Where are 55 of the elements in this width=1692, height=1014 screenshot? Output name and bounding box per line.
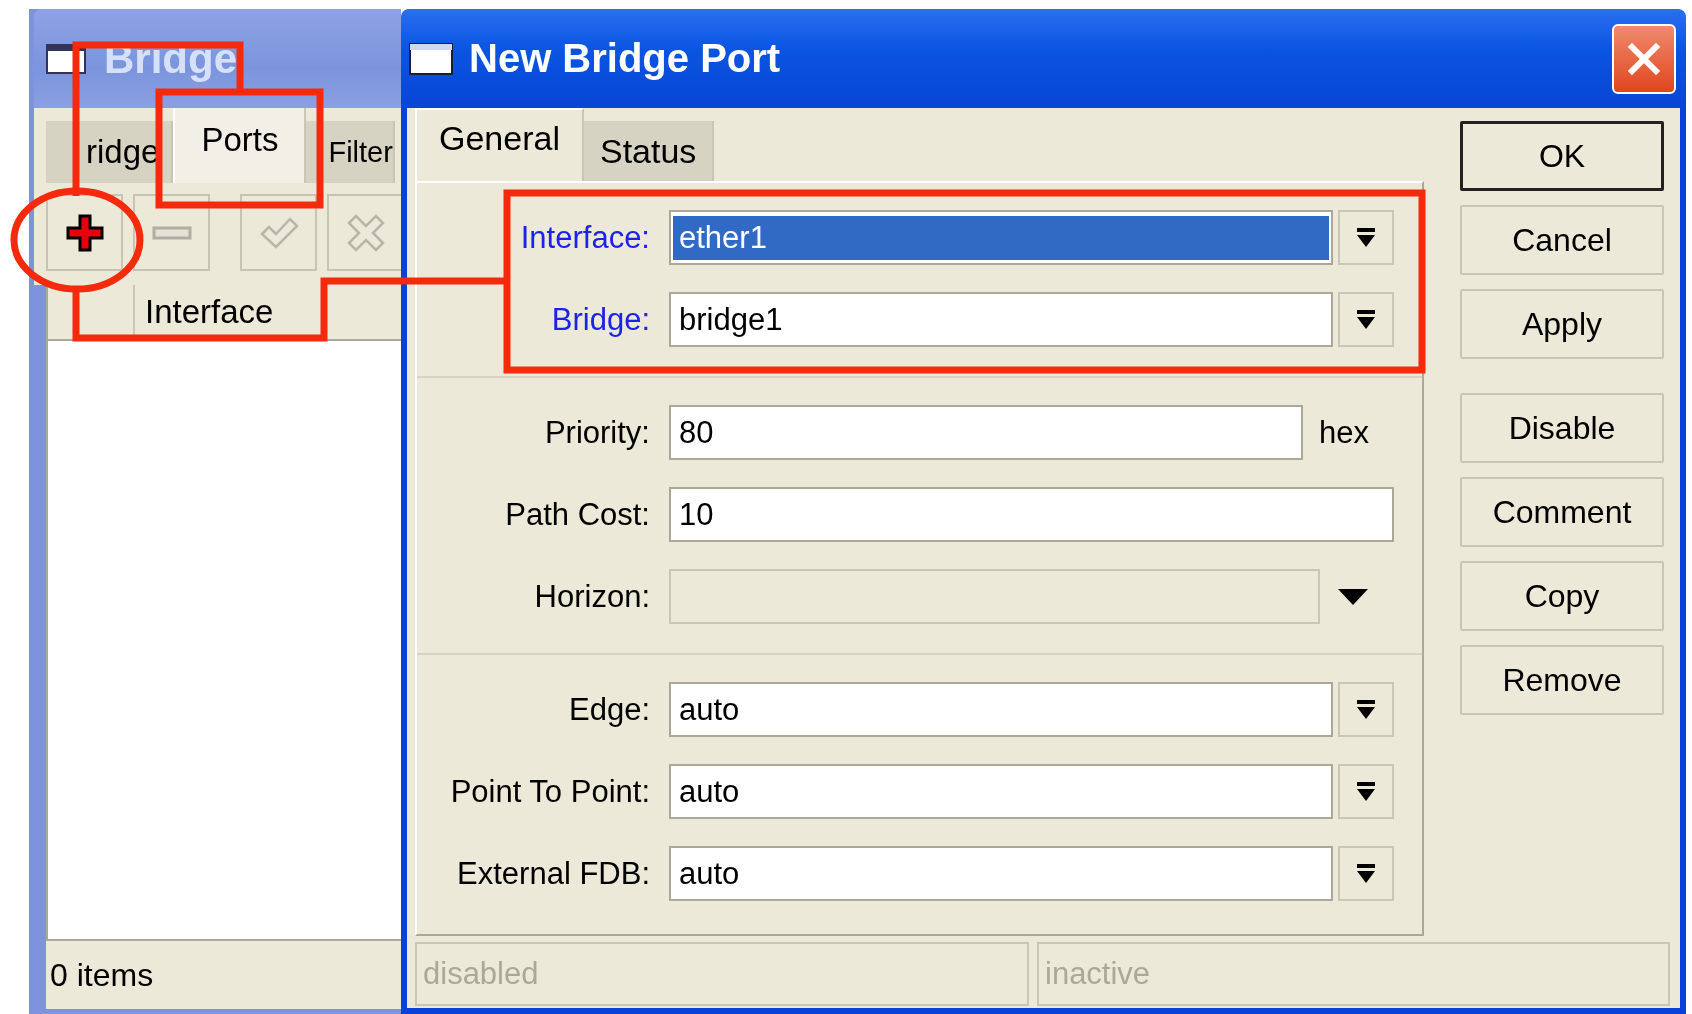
status-cell: disabled	[415, 942, 1029, 1006]
dropdown-field[interactable]: auto	[669, 846, 1333, 901]
tab[interactable]: Status	[583, 121, 715, 181]
tab[interactable]: General	[415, 108, 584, 181]
dropdown-field[interactable]: bridge1	[669, 292, 1333, 347]
field-label: External FDB:	[456, 855, 651, 892]
close-icon	[1626, 40, 1662, 77]
field-label[interactable]: Bridge:	[417, 301, 669, 338]
dropdown-arrow-icon	[1356, 308, 1376, 331]
window-title: New Bridge Port	[469, 36, 782, 81]
dialog-button[interactable]: Disable	[1460, 393, 1664, 463]
dropdown-button[interactable]	[1338, 292, 1394, 347]
field-value: auto	[678, 772, 741, 811]
x-mark-icon	[346, 213, 385, 252]
window-icon	[409, 42, 453, 75]
dialog-button[interactable]: Apply	[1460, 289, 1664, 359]
close-button[interactable]	[1612, 23, 1676, 94]
status-bar: 0 items	[46, 939, 401, 1009]
dropdown-button[interactable]	[1338, 210, 1394, 265]
add-button[interactable]	[46, 194, 123, 271]
tab[interactable]: Filter	[306, 121, 395, 183]
field-label: Path Cost:	[504, 496, 651, 533]
field-value: 10	[678, 495, 715, 534]
dialog-button[interactable]: Comment	[1460, 477, 1664, 547]
minus-icon	[151, 225, 192, 240]
dialog-button[interactable]: Remove	[1460, 645, 1664, 715]
tab[interactable]: Ports	[173, 108, 307, 183]
dropdown-button[interactable]	[1338, 764, 1394, 819]
dropdown-arrow-icon	[1356, 862, 1376, 885]
checkmark-icon	[258, 215, 299, 250]
field-label[interactable]: Interface:	[417, 219, 669, 256]
dropdown-arrow-icon	[1356, 780, 1376, 803]
field-value: auto	[678, 854, 741, 893]
field-label: Priority:	[543, 414, 651, 451]
dialog-button[interactable]: OK	[1460, 121, 1664, 191]
dropdown-arrow-icon	[1356, 698, 1376, 721]
dropdown-arrow-icon[interactable]	[1338, 588, 1368, 605]
plus-icon	[64, 212, 105, 253]
field-label: Point To Point:	[449, 773, 651, 810]
dropdown-field[interactable]: auto	[669, 682, 1333, 737]
field-label: Edge:	[568, 691, 651, 728]
text-field[interactable]: 10	[669, 487, 1394, 542]
dialog-button[interactable]: Cancel	[1460, 205, 1664, 275]
status-cell: inactive	[1037, 942, 1670, 1006]
dropdown-field[interactable]: auto	[669, 764, 1333, 819]
field-value: bridge1	[678, 300, 784, 339]
unit-label: hex	[1319, 414, 1369, 451]
dropdown-arrow-icon	[1356, 226, 1376, 249]
dropdown-button[interactable]	[1338, 846, 1394, 901]
text-field[interactable]: 80	[669, 405, 1303, 460]
dialog-button[interactable]: Copy	[1460, 561, 1664, 631]
field-label: Horizon:	[533, 578, 651, 615]
field-value: 80	[678, 413, 715, 452]
field-value: auto	[678, 690, 741, 729]
dropdown-button[interactable]	[1338, 682, 1394, 737]
